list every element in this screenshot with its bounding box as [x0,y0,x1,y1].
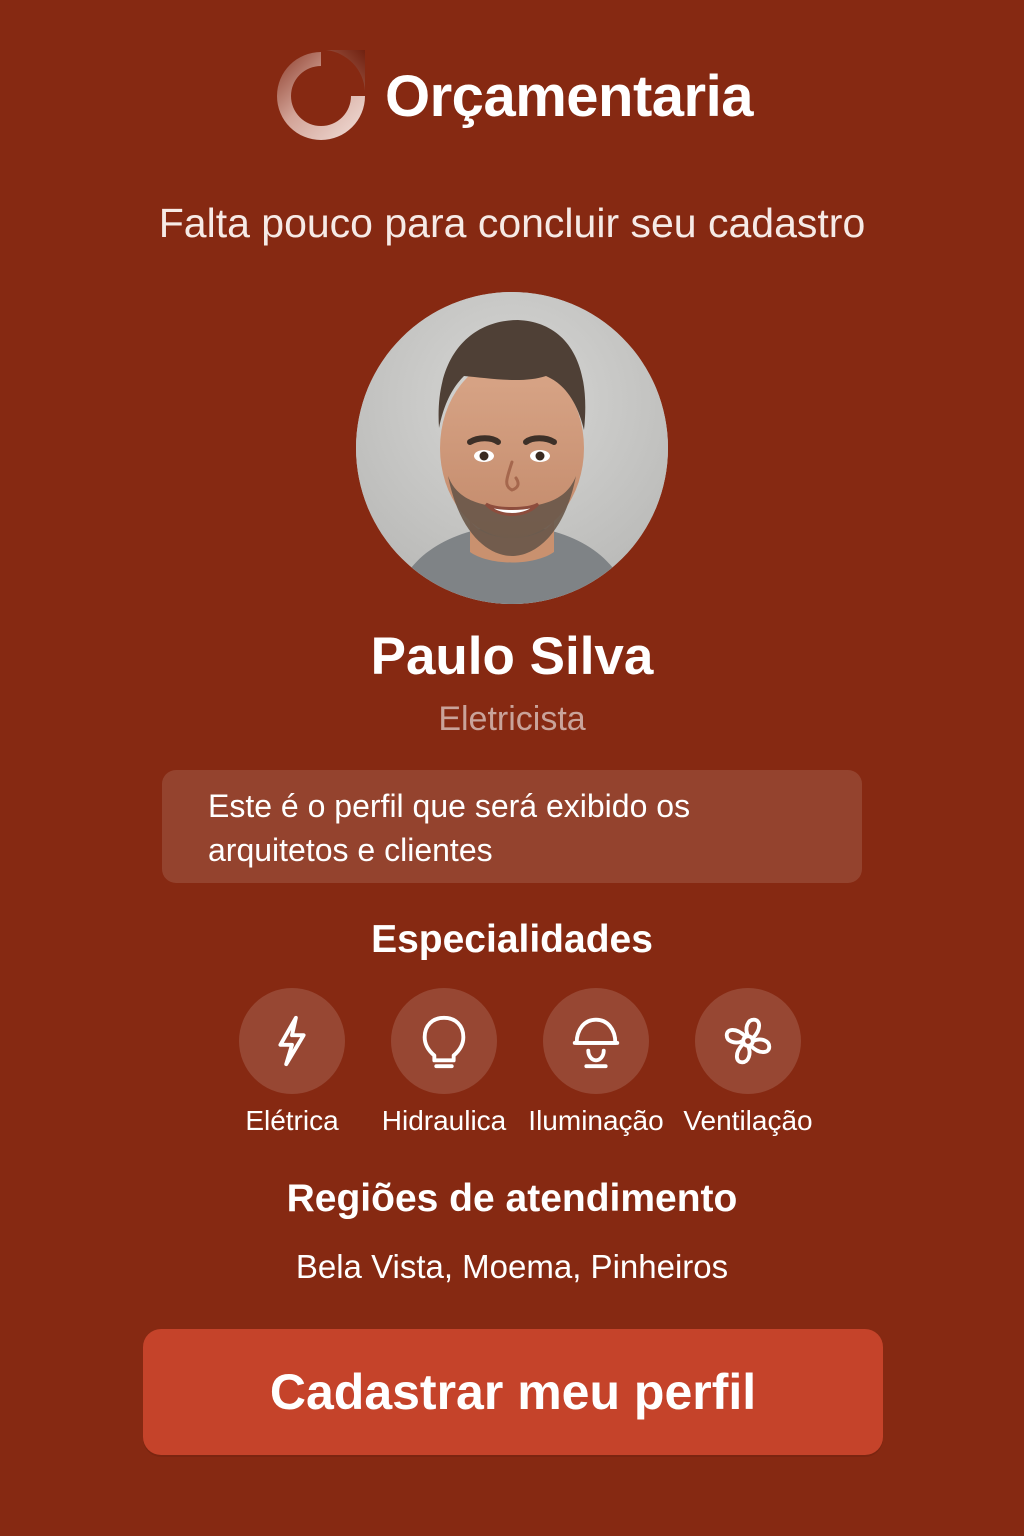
profile-notice-line-1: Este é o perfil que será exibido os [208,788,691,824]
brand-logo-icon [277,50,365,140]
specialties-title: Especialidades [371,918,653,961]
specialty-icon-badge [391,988,497,1094]
page-headline: Falta pouco para concluir seu cadastro [158,200,866,246]
brand-header: Orçamentaria [0,44,1024,148]
specialty-iluminacao[interactable]: Iluminação [520,988,672,1148]
profile-avatar [356,292,668,604]
profile-role: Eletricista [438,700,586,738]
specialty-label: Iluminação [528,1105,664,1136]
specialty-ventilacao[interactable]: Ventilação [672,988,824,1148]
lightning-icon [278,1015,306,1067]
specialty-icon-badge [695,988,801,1094]
regions-title: Regiões de atendimento [286,1177,738,1220]
specialty-label: Ventilação [683,1105,813,1136]
specialty-label: Elétrica [245,1105,339,1136]
specialty-eletrica[interactable]: Elétrica [216,988,368,1148]
register-profile-button[interactable]: Cadastrar meu perfil [143,1329,883,1455]
specialty-label: Hidraulica [381,1105,507,1136]
profile-notice-line-2: arquitetos e clientes [208,832,493,868]
specialties-list: Elétrica Hidraulica Iluminação Ventilaçã… [216,988,824,1148]
specialty-hidraulica[interactable]: Hidraulica [368,988,520,1148]
specialty-icon-badge [239,988,345,1094]
profile-notice: Este é o perfil que será exibido os arqu… [162,770,862,883]
specialty-icon-badge [543,988,649,1094]
regions-list: Bela Vista, Moema, Pinheiros [295,1248,729,1285]
profile-name: Paulo Silva [370,627,654,686]
lightbulb-icon [422,1015,466,1069]
ceiling-lamp-icon [572,1017,620,1069]
brand-name: Orçamentaria [385,63,753,129]
fan-icon [724,1017,772,1065]
